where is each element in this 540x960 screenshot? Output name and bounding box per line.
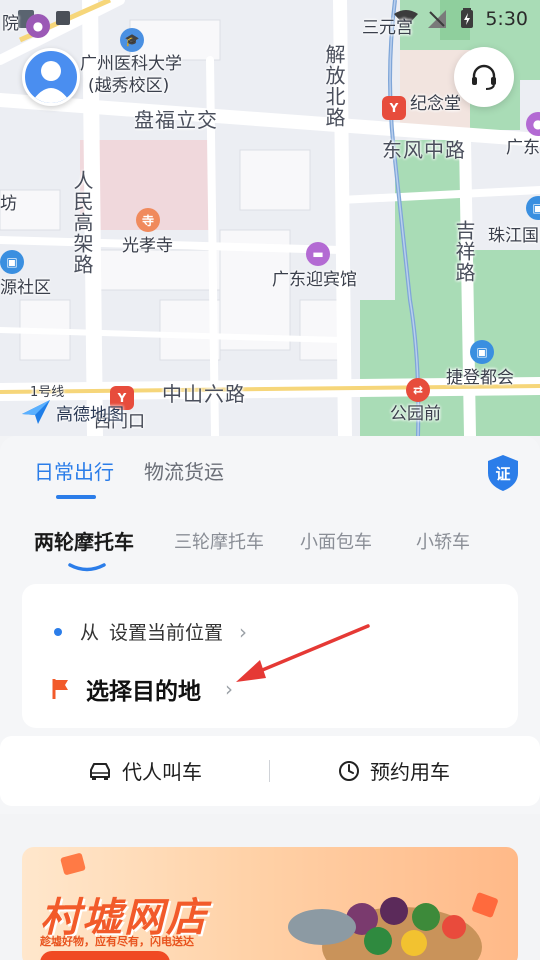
map-label-zhongshan: 中山六路: [162, 382, 246, 406]
car-icon: [90, 762, 110, 780]
map-label-dongfeng: 东风中路: [382, 138, 466, 162]
tab-two-wheel-moto[interactable]: 两轮摩托车: [34, 526, 134, 555]
origin-prefix: 从: [80, 622, 100, 644]
a-icon: [56, 11, 70, 25]
avatar-icon: [31, 61, 71, 103]
reserve-button[interactable]: 预约用车: [338, 756, 450, 785]
hotel-icon[interactable]: ▬: [306, 242, 330, 266]
map-label-fang: 坊: [0, 194, 17, 214]
amap-logo-icon: [22, 400, 50, 424]
status-bar: 5:30: [0, 0, 540, 38]
temple-icon[interactable]: 寺: [136, 208, 160, 232]
metro-icon-jinian[interactable]: Y: [382, 96, 406, 120]
headset-icon: [472, 64, 496, 90]
building-icon-jiedeng[interactable]: ▣: [470, 340, 494, 364]
tab-minivan[interactable]: 小面包车: [300, 528, 372, 554]
map-label-sanyuan: 三元宫: [362, 18, 413, 38]
map-label-jinian: 纪念堂: [410, 94, 461, 114]
main-tabs: 日常出行 物流货运: [34, 456, 224, 499]
tab-daily-travel[interactable]: 日常出行: [34, 456, 114, 499]
amap-logo: 高德地图: [20, 398, 124, 426]
user-avatar[interactable]: [22, 48, 80, 106]
status-time: 5:30: [485, 8, 528, 30]
proxy-call-label: 代人叫车: [122, 760, 202, 784]
flag-icon: [52, 679, 68, 699]
proxy-call-button[interactable]: 代人叫车: [88, 756, 202, 785]
map-label-yingbin: 广东迎宾馆: [272, 270, 357, 290]
clock-icon: [339, 760, 359, 781]
map-label-zhujiang: 珠江国: [488, 226, 539, 246]
map-label-gzmu: 广州医科大学: [80, 54, 182, 74]
map-label-renmin: 人民高架路: [70, 170, 94, 275]
origin-field[interactable]: 设置当前位置: [109, 618, 223, 645]
origin-dot: [54, 627, 62, 636]
transfer-icon[interactable]: ⇄: [406, 378, 430, 402]
promo-banner[interactable]: 村墟网店 趁墟好物，应有尽有，闪电送达: [22, 847, 518, 960]
cert-label: 证: [495, 465, 510, 483]
certificate-icon[interactable]: 证: [486, 454, 520, 492]
school-icon[interactable]: 🎓: [120, 28, 144, 52]
poi-icon-topleft[interactable]: ●: [26, 14, 50, 38]
vehicle-tabs: 两轮摩托车 三轮摩托车 小面包车 小轿车: [34, 526, 514, 572]
map-label-guangdong-right: 广东: [506, 138, 540, 158]
map-label-jiedeng: 捷登都会: [446, 368, 514, 388]
destination-field[interactable]: 选择目的地: [86, 672, 201, 706]
action-divider: [269, 760, 270, 782]
building-icon-left[interactable]: ▣: [0, 250, 24, 274]
map-label-jiefang: 解放北路: [322, 44, 346, 128]
map-label-gongyuanqian: 公园前: [390, 404, 441, 424]
origin-row[interactable]: 从 设置当前位置 ›: [54, 618, 247, 645]
amap-logo-text: 高德地图: [56, 404, 124, 425]
active-tab-indicator: [68, 563, 106, 572]
tab-sedan[interactable]: 小轿车: [416, 528, 470, 554]
banner-cta-button[interactable]: [40, 951, 170, 960]
quick-actions: 代人叫车 预约用车: [0, 736, 540, 806]
banner-subtitle: 趁墟好物，应有尽有，闪电送达: [40, 935, 194, 948]
map-label-jixiang: 吉祥路: [452, 220, 476, 283]
battery-icon: [461, 8, 473, 28]
tab-logistics[interactable]: 物流货运: [144, 456, 224, 485]
annotation-arrow: [236, 624, 370, 682]
signal-icon: [428, 10, 446, 28]
map-label-yuan: 院: [2, 14, 19, 34]
map-view[interactable]: 5:30 院 三元宫 广州医科大学 (越秀校区) 盘福立交 解放北路 纪念堂 东…: [0, 0, 540, 436]
tab-three-wheel-moto[interactable]: 三轮摩托车: [174, 528, 264, 554]
map-label-yuan-shequ: 源社区: [0, 278, 51, 298]
customer-service-button[interactable]: [454, 47, 514, 107]
map-label-guangxiao: 光孝寺: [122, 236, 173, 256]
destination-row[interactable]: 选择目的地 ›: [52, 672, 233, 706]
map-label-panfu: 盘福立交: [134, 108, 218, 132]
reserve-label: 预约用车: [370, 760, 450, 784]
map-label-gzmu-sub: (越秀校区): [88, 76, 170, 96]
